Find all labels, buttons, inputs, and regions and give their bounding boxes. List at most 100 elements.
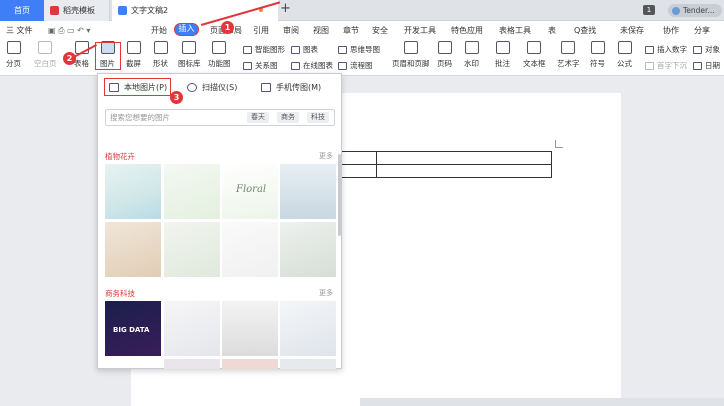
wordart-icon bbox=[561, 41, 576, 54]
plant-thumb[interactable] bbox=[222, 222, 278, 277]
table-column-divider bbox=[376, 152, 377, 177]
chart-label: 图表 bbox=[303, 45, 318, 54]
table-label: 表格 bbox=[74, 59, 89, 68]
business-thumb[interactable] bbox=[280, 301, 336, 356]
online-chart-label: 在线图表 bbox=[303, 61, 333, 70]
share-button[interactable]: 分享 bbox=[694, 24, 710, 37]
phone-upload-option[interactable]: 手机传图(M) bbox=[261, 78, 321, 96]
panel-scrollbar[interactable] bbox=[338, 154, 341, 236]
icon-library-label: 图标库 bbox=[178, 59, 201, 68]
insert-number-icon bbox=[645, 45, 654, 54]
watermark-button[interactable]: 水印 bbox=[464, 41, 479, 69]
more-business-link[interactable]: 更多 bbox=[319, 288, 333, 298]
tab-home[interactable]: 首页 bbox=[0, 0, 44, 21]
scanner-option[interactable]: 扫描仪(S) bbox=[187, 78, 237, 96]
function-chart-label: 功能图 bbox=[208, 59, 231, 68]
quick-access-icons[interactable]: ▣ ⎙ ▭ ↶ ▾ bbox=[48, 24, 90, 37]
chart-button[interactable]: 图表 bbox=[291, 44, 318, 55]
wordart-button[interactable]: 艺术字 bbox=[557, 41, 580, 69]
annotation-badge-1: 1 bbox=[221, 21, 234, 34]
plant-thumb[interactable]: Floral bbox=[222, 164, 278, 219]
more-plants-link[interactable]: 更多 bbox=[319, 151, 333, 161]
page-number-button[interactable]: 页码 bbox=[437, 41, 452, 69]
watermark-label: 水印 bbox=[464, 59, 479, 68]
plant-thumb[interactable] bbox=[105, 164, 161, 219]
drop-cap-label: 首字下沉 bbox=[657, 61, 687, 70]
shape-button[interactable]: 形状 bbox=[153, 41, 168, 69]
mind-map-icon bbox=[338, 45, 347, 54]
menu-developer[interactable]: 开发工具 bbox=[404, 24, 436, 37]
business-thumb[interactable] bbox=[280, 359, 336, 369]
menu-special[interactable]: 特色应用 bbox=[451, 24, 483, 37]
formula-icon bbox=[617, 41, 632, 54]
picture-search-input[interactable]: 搜索您想要的图片 春天 商务 科技 bbox=[105, 109, 335, 126]
business-thumb[interactable]: BIG DATA bbox=[105, 301, 161, 356]
screenshot-label: 截屏 bbox=[126, 59, 141, 68]
object-button[interactable]: 对象 bbox=[693, 44, 720, 55]
menu-insert[interactable]: 插入 bbox=[174, 23, 199, 36]
tab-home-label: 首页 bbox=[14, 6, 30, 15]
menu-references[interactable]: 引用 bbox=[253, 24, 269, 37]
smart-graphic-button[interactable]: 智能图形 bbox=[243, 44, 285, 55]
local-picture-option[interactable]: 本地图片(P) bbox=[104, 78, 171, 96]
shape-label: 形状 bbox=[153, 59, 168, 68]
symbol-label: 符号 bbox=[590, 59, 605, 68]
function-chart-button[interactable]: 功能图 bbox=[208, 41, 231, 69]
drop-cap-button[interactable]: 首字下沉 bbox=[645, 60, 687, 71]
menu-review[interactable]: 审阅 bbox=[283, 24, 299, 37]
plant-thumb[interactable] bbox=[280, 222, 336, 277]
page-break-button[interactable]: 分页 bbox=[6, 41, 21, 69]
menu-chapter[interactable]: 章节 bbox=[343, 24, 359, 37]
user-account[interactable]: Tender... bbox=[668, 4, 722, 17]
window-count-badge[interactable]: 1 bbox=[643, 5, 655, 15]
tag-tech[interactable]: 科技 bbox=[307, 112, 329, 123]
business-thumb[interactable] bbox=[164, 359, 220, 369]
blank-page-button[interactable]: 空白页 bbox=[34, 41, 57, 69]
menu-file[interactable]: 三 文件 bbox=[6, 24, 33, 37]
function-chart-icon bbox=[212, 41, 227, 54]
online-chart-button[interactable]: 在线图表 bbox=[291, 60, 333, 71]
header-footer-icon bbox=[403, 41, 418, 54]
page-break-icon bbox=[6, 41, 21, 54]
relation-chart-button[interactable]: 关系图 bbox=[243, 60, 278, 71]
business-thumb[interactable] bbox=[222, 359, 278, 369]
annotation-badge-3: 3 bbox=[170, 91, 183, 104]
new-tab-button[interactable]: + bbox=[280, 1, 291, 16]
search-menu[interactable]: Q查找 bbox=[574, 24, 596, 37]
menu-table-style[interactable]: 表 bbox=[548, 24, 556, 37]
header-footer-button[interactable]: 页眉和页脚 bbox=[392, 41, 430, 69]
comment-button[interactable]: 批注 bbox=[495, 41, 510, 69]
mind-map-button[interactable]: 思维导图 bbox=[338, 44, 380, 55]
plant-thumb[interactable] bbox=[164, 222, 220, 277]
date-button[interactable]: 日期 bbox=[693, 60, 720, 71]
insert-number-button[interactable]: 插入数字 bbox=[645, 44, 687, 55]
section-plants-title: 植物花卉 bbox=[105, 152, 135, 161]
annotation-badge-2: 2 bbox=[63, 52, 76, 65]
plant-thumb[interactable] bbox=[105, 222, 161, 277]
business-thumb[interactable] bbox=[164, 301, 220, 356]
icon-library-button[interactable]: 图标库 bbox=[178, 41, 201, 69]
symbol-button[interactable]: 符号 bbox=[590, 41, 605, 69]
floral-text: Floral bbox=[236, 184, 267, 195]
menu-table-tools[interactable]: 表格工具 bbox=[499, 24, 531, 37]
textbox-button[interactable]: 文本框 bbox=[523, 41, 546, 69]
blank-page-icon bbox=[38, 41, 53, 54]
picture-dropdown-panel: 本地图片(P) 扫描仪(S) 手机传图(M) 搜索您想要的图片 春天 商务 科技… bbox=[97, 73, 342, 369]
menu-security[interactable]: 安全 bbox=[372, 24, 388, 37]
local-picture-icon bbox=[109, 82, 119, 92]
menu-view[interactable]: 视图 bbox=[313, 24, 329, 37]
tag-spring[interactable]: 春天 bbox=[247, 112, 269, 123]
menu-start[interactable]: 开始 bbox=[151, 24, 167, 37]
business-thumb[interactable] bbox=[222, 301, 278, 356]
page-number-label: 页码 bbox=[437, 59, 452, 68]
formula-button[interactable]: 公式 bbox=[617, 41, 632, 69]
unsaved-indicator[interactable]: 未保存 bbox=[620, 24, 644, 37]
tab-template[interactable]: 稻壳模板 bbox=[44, 0, 110, 21]
tag-business[interactable]: 商务 bbox=[277, 112, 299, 123]
page-number-icon bbox=[437, 41, 452, 54]
flowchart-button[interactable]: 流程图 bbox=[338, 60, 373, 71]
collab-button[interactable]: 协作 bbox=[663, 24, 679, 37]
screenshot-button[interactable]: 截屏 bbox=[126, 41, 141, 69]
plant-thumb[interactable] bbox=[280, 164, 336, 219]
plant-thumb[interactable] bbox=[164, 164, 220, 219]
